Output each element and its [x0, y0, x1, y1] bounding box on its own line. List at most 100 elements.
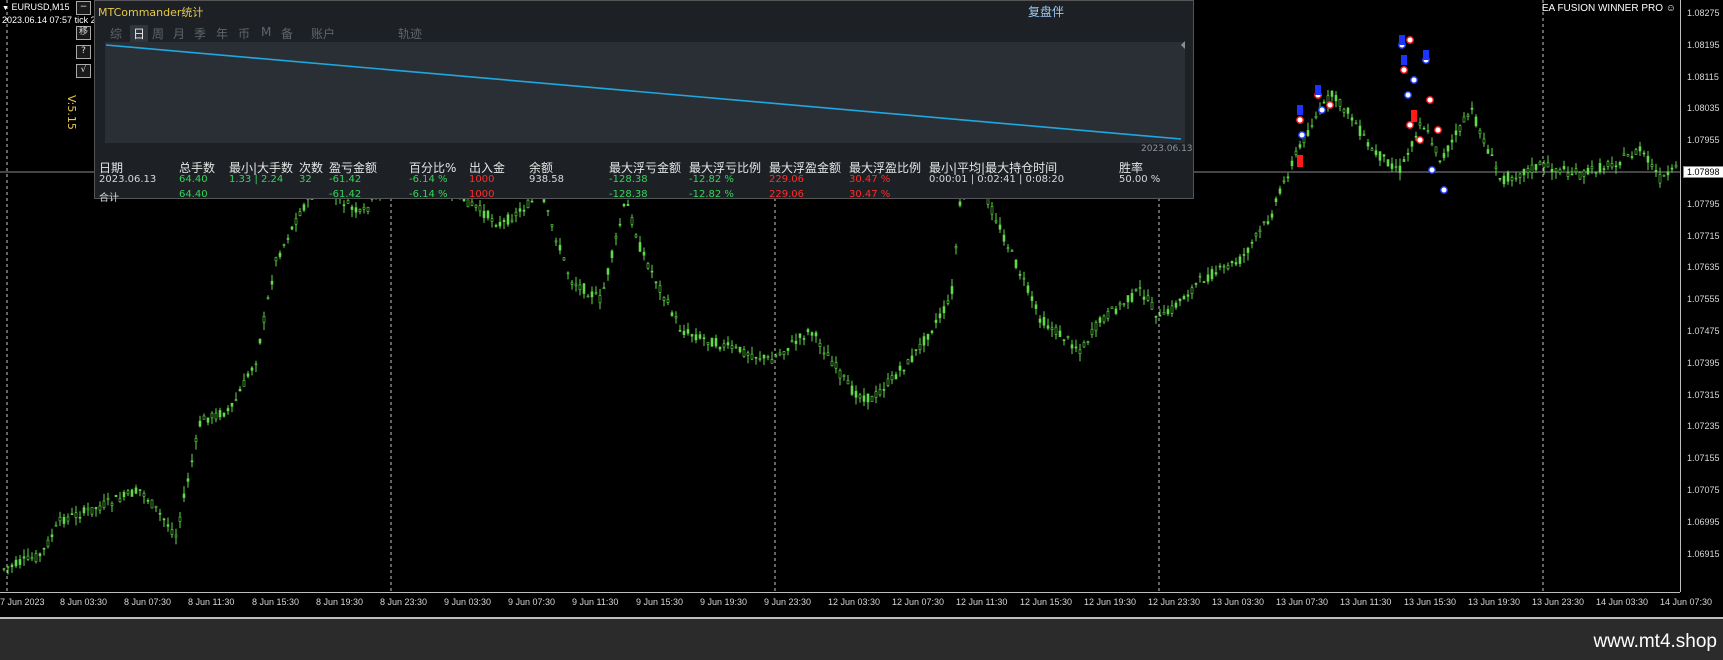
price-tick-label: 1.08275	[1687, 8, 1720, 18]
candle-body	[1182, 296, 1186, 300]
candle-body	[498, 221, 502, 227]
candle-body	[154, 505, 158, 508]
candle-body	[42, 547, 46, 550]
candle-body	[1502, 175, 1506, 185]
candle-body	[1134, 289, 1138, 292]
trade-marker	[1298, 131, 1306, 139]
candle-body	[1402, 159, 1406, 162]
candle-body	[1666, 171, 1670, 176]
candle-body	[1026, 285, 1030, 293]
candle-body	[1190, 287, 1194, 294]
candle-body	[862, 395, 866, 402]
candle-body	[250, 367, 254, 371]
candle-body	[582, 283, 586, 294]
candle-body	[850, 385, 854, 395]
trade-block	[1315, 85, 1321, 95]
candle-body	[898, 365, 902, 371]
candle-body	[926, 333, 930, 340]
candle-body	[254, 363, 258, 366]
candle-body	[1342, 108, 1346, 113]
candle-body	[510, 219, 514, 222]
help-button[interactable]: ?	[76, 45, 91, 59]
candle-body	[938, 313, 942, 319]
time-tick-label: 13 Jun 11:30	[1340, 597, 1392, 607]
tab-week[interactable]: 周	[152, 25, 164, 42]
candle-body	[146, 500, 150, 502]
tab-m[interactable]: M	[261, 25, 271, 39]
candle-body	[914, 349, 918, 351]
candle-body	[1066, 336, 1070, 338]
tab-day[interactable]: 日	[130, 25, 149, 42]
tab-trajectory[interactable]: 轨迹	[398, 25, 422, 42]
candle-body	[782, 351, 786, 355]
tab-month[interactable]: 月	[173, 25, 185, 42]
price-axis[interactable]: 1.08275 1.08195 1.08115 1.08035 1.07955 1.078…	[1680, 0, 1723, 592]
candle-body	[166, 524, 170, 527]
move-button[interactable]: 移	[76, 26, 91, 40]
tab-account[interactable]: 账户	[311, 25, 335, 42]
candle-body	[1154, 315, 1158, 318]
candle-body	[550, 224, 554, 227]
candle-body	[162, 518, 166, 521]
candle-body	[918, 343, 922, 350]
time-tick-label: 9 Jun 07:30	[508, 597, 556, 607]
candle-body	[1122, 303, 1126, 306]
candle-body	[858, 394, 862, 399]
candle-body	[78, 516, 82, 519]
candle-body	[690, 334, 694, 337]
tab-year[interactable]: 年	[216, 25, 228, 42]
candle-body	[1514, 177, 1518, 180]
minimize-button[interactable]: −	[76, 1, 91, 15]
candle-body	[682, 330, 686, 335]
candle-body	[246, 373, 250, 377]
time-tick-label: 7 Jun 2023	[0, 597, 45, 607]
tab-summary[interactable]: 综	[110, 25, 122, 42]
replay-button[interactable]: 复盘伴	[1028, 3, 1064, 20]
candle-body	[1094, 322, 1098, 332]
candle-body	[482, 210, 486, 218]
candle-body	[298, 211, 302, 216]
candle-body	[366, 207, 370, 212]
row2-total-lots: 64.40	[179, 189, 208, 200]
candle-body	[1442, 153, 1446, 158]
candle-body	[1126, 295, 1130, 303]
dropdown-triangle-icon[interactable]: ▼	[2, 5, 9, 12]
candle-body	[210, 412, 214, 419]
candle-body	[1310, 125, 1314, 127]
candle-body	[714, 338, 718, 347]
candle-body	[606, 268, 610, 275]
candle-body	[1218, 265, 1222, 268]
time-axis[interactable]: 7 Jun 2023 8 Jun 03:30 8 Jun 07:30 8 Jun 11…	[0, 592, 1712, 617]
tab-backup[interactable]: 备	[281, 25, 293, 42]
candle-body	[646, 262, 650, 269]
trade-block	[1297, 155, 1303, 167]
candle-body	[202, 415, 206, 420]
candle-body	[242, 379, 246, 387]
check-button[interactable]: √	[76, 64, 91, 78]
row2-max-float-loss-ratio: -12.82 %	[689, 189, 734, 200]
candle-body	[1542, 162, 1546, 168]
trade-block	[1411, 110, 1417, 122]
candle-body	[1574, 168, 1578, 173]
candle-body	[1254, 233, 1258, 237]
candle-body	[786, 347, 790, 351]
candle-body	[346, 200, 350, 204]
candle-body	[1462, 116, 1466, 123]
candle-body	[1450, 139, 1454, 143]
time-tick-label: 12 Jun 11:30	[956, 597, 1008, 607]
candle-body	[1050, 327, 1054, 330]
candle-body	[1474, 116, 1478, 127]
candle-body	[1238, 256, 1242, 264]
candle-body	[1646, 155, 1650, 163]
candle-body	[762, 354, 766, 359]
candle-body	[1282, 180, 1286, 183]
candle-body	[994, 220, 998, 223]
time-tick-label: 9 Jun 19:30	[700, 597, 748, 607]
candle-body	[1334, 95, 1338, 102]
tab-quarter[interactable]: 季	[194, 25, 206, 42]
candle-body	[1670, 167, 1674, 170]
candle-body	[1138, 287, 1142, 289]
tab-currency[interactable]: 币	[238, 25, 250, 42]
candle-body	[586, 295, 590, 298]
candle-body	[258, 338, 262, 344]
